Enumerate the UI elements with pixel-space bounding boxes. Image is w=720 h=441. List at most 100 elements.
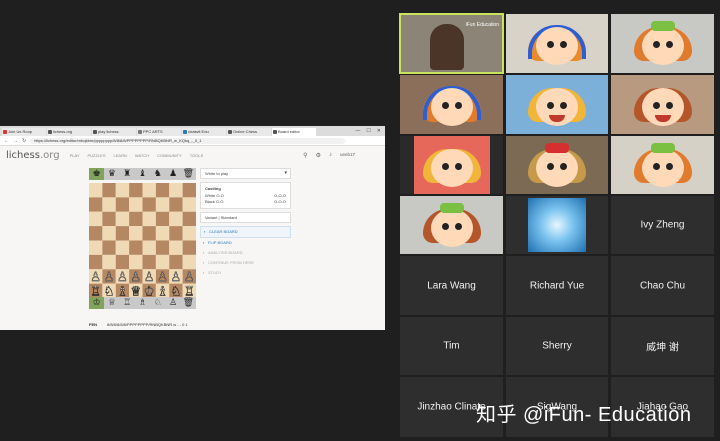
- board-square[interactable]: [89, 197, 103, 212]
- variant-select[interactable]: Variant | Standard: [200, 212, 291, 223]
- board-square[interactable]: [115, 254, 130, 270]
- board-square[interactable]: [129, 197, 143, 212]
- minimize-icon[interactable]: —: [355, 126, 360, 136]
- board-square[interactable]: [182, 183, 196, 198]
- clear-board-button[interactable]: CLEAR BOARD: [200, 226, 291, 238]
- chess-piece[interactable]: ♘: [170, 283, 182, 298]
- browser-tab[interactable]: play lichess: [92, 128, 136, 136]
- board-square[interactable]: [182, 226, 196, 241]
- spare-piece[interactable]: ♞: [150, 168, 165, 180]
- participant-tile-weikun[interactable]: 威坤 谢: [611, 317, 714, 375]
- close-icon[interactable]: ✕: [377, 126, 381, 136]
- board-square[interactable]: [169, 254, 183, 270]
- participant-tile-sherry[interactable]: Sherry: [506, 317, 608, 375]
- notification-bell-icon[interactable]: ♪: [329, 152, 332, 159]
- participant-tile-chao[interactable]: Chao Chu: [611, 256, 714, 315]
- spare-piece[interactable]: ♝: [135, 168, 150, 180]
- board-square[interactable]: [155, 240, 170, 255]
- browser-tab[interactable]: lichess.org: [47, 128, 91, 136]
- chess-piece[interactable]: ♘: [103, 283, 115, 298]
- board-square[interactable]: [129, 240, 143, 255]
- chess-piece[interactable]: ♔: [144, 283, 155, 298]
- board-square[interactable]: [182, 240, 196, 255]
- board-square[interactable]: [155, 183, 170, 198]
- board-square[interactable]: [142, 183, 156, 198]
- participant-tile-richard[interactable]: Richard Yue: [506, 256, 608, 315]
- reload-icon[interactable]: ↻: [22, 138, 26, 144]
- board-square[interactable]: [102, 183, 116, 198]
- board-square[interactable]: [142, 197, 156, 212]
- board-square[interactable]: [155, 197, 170, 212]
- spare-piece[interactable]: ♙: [165, 297, 180, 309]
- board-square[interactable]: [142, 211, 156, 227]
- black-castle-long-checkbox[interactable]: O-O-O: [274, 199, 286, 204]
- participant-tile[interactable]: [400, 136, 503, 194]
- board-square[interactable]: [182, 211, 196, 227]
- chess-piece[interactable]: ♖: [90, 283, 101, 298]
- board-square[interactable]: [142, 254, 156, 270]
- chess-piece[interactable]: ♙: [103, 268, 115, 285]
- chess-piece[interactable]: ♗: [157, 283, 168, 298]
- settings-icon[interactable]: ⚙: [316, 152, 321, 159]
- analysis-board-button[interactable]: ANALYSIS BOARD: [200, 248, 291, 258]
- turn-select[interactable]: White to play: [200, 168, 291, 179]
- forward-icon[interactable]: →: [13, 138, 18, 144]
- board-square[interactable]: [129, 226, 143, 241]
- board-square[interactable]: [155, 226, 170, 241]
- board-square[interactable]: [102, 254, 116, 270]
- study-button[interactable]: STUDY: [200, 268, 291, 278]
- nav-community[interactable]: COMMUNITY: [157, 153, 182, 158]
- chess-piece[interactable]: ♕: [130, 283, 141, 298]
- participant-tile[interactable]: [400, 196, 503, 254]
- board-square[interactable]: [115, 226, 130, 241]
- board-square[interactable]: [89, 226, 103, 241]
- participant-tile[interactable]: [506, 136, 608, 194]
- nav-play[interactable]: PLAY: [70, 153, 80, 158]
- fen-input[interactable]: 8/8/8/8/8/8/PPPPPPPP/RNBQKBNR w - - 0 1: [107, 322, 188, 327]
- board-square[interactable]: [115, 183, 130, 198]
- browser-tab[interactable]: PPC ARTS: [137, 128, 181, 136]
- board-square[interactable]: [129, 211, 143, 227]
- board-square[interactable]: [102, 197, 116, 212]
- participant-tile[interactable]: [611, 136, 714, 194]
- nav-puzzles[interactable]: PUZZLES: [88, 153, 106, 158]
- search-icon[interactable]: ⚲: [303, 152, 307, 159]
- participant-tile[interactable]: [506, 75, 608, 134]
- board-square[interactable]: [155, 211, 170, 227]
- participant-tile[interactable]: [506, 14, 608, 73]
- chess-piece[interactable]: ♖: [184, 283, 195, 298]
- chess-piece[interactable]: ♙: [90, 268, 101, 285]
- trash-icon[interactable]: 🗑: [181, 297, 196, 309]
- board-square[interactable]: [115, 197, 130, 212]
- board-square[interactable]: [182, 197, 196, 212]
- spare-piece[interactable]: ♘: [150, 297, 165, 309]
- board-square[interactable]: [155, 254, 170, 270]
- white-castle-short-checkbox[interactable]: White O-O: [205, 193, 224, 198]
- nav-learn[interactable]: LEARN: [114, 153, 127, 158]
- spare-piece[interactable]: ♕: [104, 297, 119, 309]
- chess-piece[interactable]: ♙: [157, 268, 168, 285]
- board-square[interactable]: [102, 211, 116, 227]
- board-square[interactable]: [169, 211, 183, 227]
- chess-piece[interactable]: ♙: [117, 268, 128, 285]
- trash-icon[interactable]: 🗑: [181, 168, 196, 180]
- board-square[interactable]: [129, 254, 143, 270]
- board-square[interactable]: [115, 211, 130, 227]
- browser-tab-active[interactable]: Board editor: [272, 128, 316, 136]
- participant-tile[interactable]: [506, 196, 608, 254]
- maximize-icon[interactable]: ☐: [366, 126, 370, 136]
- black-castle-short-checkbox[interactable]: Black O-O: [205, 199, 223, 204]
- spare-piece[interactable]: ♗: [135, 297, 150, 309]
- browser-tab[interactable]: Online Chess: [227, 128, 271, 136]
- board-square[interactable]: [115, 240, 130, 255]
- participant-tile[interactable]: [611, 75, 714, 134]
- nav-tools[interactable]: TOOLS: [190, 153, 204, 158]
- board-square[interactable]: [182, 254, 196, 270]
- chess-piece[interactable]: ♗: [117, 283, 128, 298]
- white-castle-long-checkbox[interactable]: O-O-O: [274, 193, 286, 198]
- participant-tile-host[interactable]: iFun Education: [399, 13, 504, 74]
- board-square[interactable]: [89, 211, 103, 227]
- participant-tile-lara[interactable]: Lara Wang: [400, 256, 503, 315]
- spare-piece[interactable]: ♜: [120, 168, 135, 180]
- board-square[interactable]: [169, 183, 183, 198]
